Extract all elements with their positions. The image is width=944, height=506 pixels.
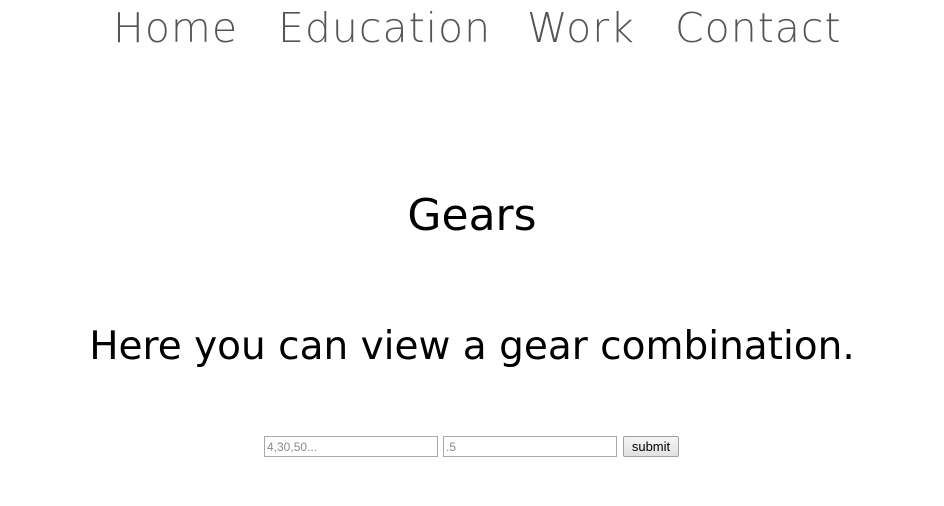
nav-link-home[interactable]: Home [113, 2, 238, 54]
page-title: Gears [407, 190, 537, 241]
top-navigation: Home Education Work Contact [0, 2, 944, 54]
submit-button[interactable]: submit [623, 436, 679, 457]
gear-form: submit [0, 436, 944, 458]
page-subtitle: Here you can view a gear combination. [89, 324, 855, 369]
nav-link-education[interactable]: Education [278, 2, 491, 54]
nav-link-work[interactable]: Work [527, 2, 635, 54]
nav-link-contact[interactable]: Contact [675, 2, 842, 54]
ratio-input[interactable] [443, 436, 617, 457]
gears-input[interactable] [264, 436, 438, 457]
